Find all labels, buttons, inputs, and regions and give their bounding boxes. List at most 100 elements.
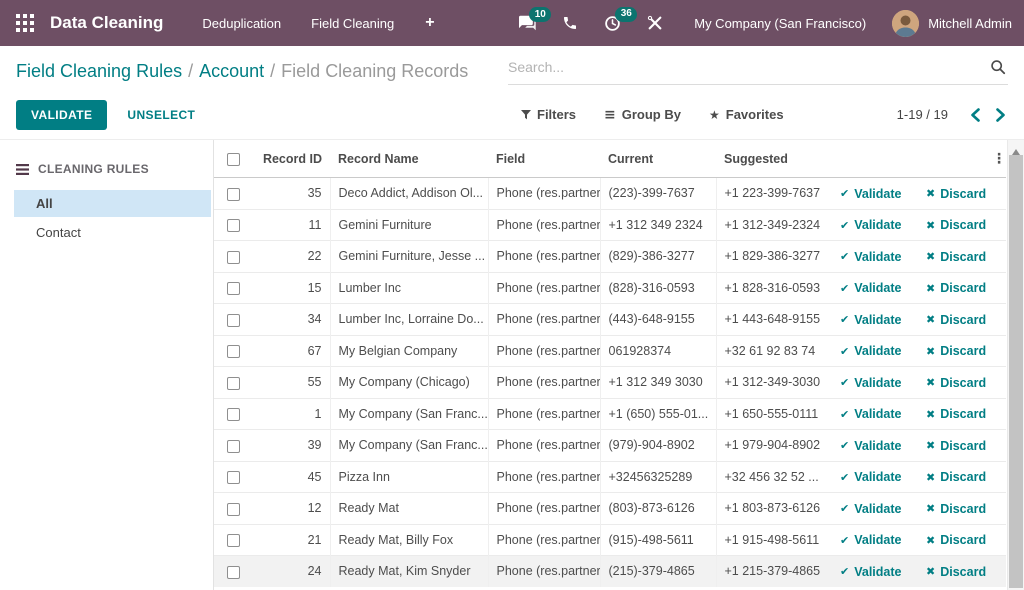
column-header-current[interactable]: Current [600,140,716,178]
cell-record-id: 35 [252,178,330,210]
row-checkbox[interactable] [227,188,240,201]
row-validate-button[interactable]: ✔Validate [840,376,901,390]
select-all-checkbox[interactable] [227,153,240,166]
row-discard-button[interactable]: ✖Discard [926,502,986,516]
scrollbar-thumb[interactable] [1009,155,1023,588]
row-checkbox[interactable] [227,566,240,579]
records-table: Record ID Record Name Field Current Sugg… [214,140,1006,587]
cell-current: +32456325289 [600,461,716,493]
row-checkbox[interactable] [227,377,240,390]
table-row[interactable]: 11 Gemini Furniture Phone (res.partner) … [214,209,1006,241]
row-discard-button[interactable]: ✖Discard [926,344,986,358]
vertical-scrollbar[interactable] [1007,140,1024,590]
table-row[interactable]: 39 My Company (San Franc... Phone (res.p… [214,430,1006,462]
column-header-record-id[interactable]: Record ID [252,140,330,178]
row-checkbox[interactable] [227,440,240,453]
sidebar-item-contact[interactable]: Contact [14,219,211,246]
row-checkbox[interactable] [227,534,240,547]
row-checkbox[interactable] [227,408,240,421]
row-discard-button[interactable]: ✖Discard [926,313,986,327]
table-body: 35 Deco Addict, Addison Ol... Phone (res… [214,178,1006,587]
table-row[interactable]: 21 Ready Mat, Billy Fox Phone (res.partn… [214,524,1006,556]
tools-icon[interactable] [647,15,663,31]
cell-suggested: +1 223-399-7637 [716,178,832,210]
row-discard-button[interactable]: ✖Discard [926,281,986,295]
filters-menu[interactable]: Filters [521,107,576,122]
discard-x-icon: ✖ [926,534,935,547]
table-row[interactable]: 67 My Belgian Company Phone (res.partner… [214,335,1006,367]
row-validate-button[interactable]: ✔Validate [840,187,901,201]
cell-record-name: Ready Mat, Billy Fox [330,524,488,556]
company-switcher[interactable]: My Company (San Francisco) [694,16,866,31]
search-input[interactable] [508,59,968,75]
menu-field-cleaning[interactable]: Field Cleaning [311,16,394,31]
table-row[interactable]: 24 Ready Mat, Kim Snyder Phone (res.part… [214,556,1006,587]
menu-deduplication[interactable]: Deduplication [202,16,281,31]
row-discard-button[interactable]: ✖Discard [926,250,986,264]
row-validate-button[interactable]: ✔Validate [840,407,901,421]
row-checkbox[interactable] [227,219,240,232]
row-checkbox[interactable] [227,314,240,327]
row-validate-button[interactable]: ✔Validate [840,565,901,579]
messages-icon[interactable]: 10 [518,15,536,31]
table-row[interactable]: 34 Lumber Inc, Lorraine Do... Phone (res… [214,304,1006,336]
favorites-menu[interactable]: ★ Favorites [709,107,784,122]
search-icon[interactable] [990,59,1006,80]
cell-field: Phone (res.partner) [488,241,600,273]
breadcrumb: Field Cleaning Rules/Account/Field Clean… [16,59,508,82]
add-menu-button[interactable]: + [425,14,434,32]
apps-grid-icon[interactable] [10,8,40,38]
column-header-record-name[interactable]: Record Name [330,140,488,178]
breadcrumb-link-account[interactable]: Account [199,61,264,81]
activities-clock-icon[interactable]: 36 [604,15,621,32]
hamburger-icon[interactable] [16,164,29,175]
row-discard-button[interactable]: ✖Discard [926,376,986,390]
table-row[interactable]: 55 My Company (Chicago) Phone (res.partn… [214,367,1006,399]
row-validate-button[interactable]: ✔Validate [840,281,901,295]
group-by-menu[interactable]: ≡ Group By [604,107,681,123]
cell-record-name: Lumber Inc, Lorraine Do... [330,304,488,336]
table-row[interactable]: 45 Pizza Inn Phone (res.partner) +324563… [214,461,1006,493]
sidebar-item-all[interactable]: All [14,190,211,217]
table-row[interactable]: 22 Gemini Furniture, Jesse ... Phone (re… [214,241,1006,273]
user-avatar[interactable] [892,10,919,37]
cell-record-id: 24 [252,556,330,587]
row-validate-button[interactable]: ✔Validate [840,439,901,453]
row-validate-button[interactable]: ✔Validate [840,502,901,516]
row-checkbox[interactable] [227,251,240,264]
table-row[interactable]: 12 Ready Mat Phone (res.partner) (803)-8… [214,493,1006,525]
cell-current: (828)-316-0593 [600,272,716,304]
unselect-button[interactable]: UNSELECT [127,108,195,122]
breadcrumb-link-rules[interactable]: Field Cleaning Rules [16,61,182,81]
row-validate-button[interactable]: ✔Validate [840,470,901,484]
table-row[interactable]: 35 Deco Addict, Addison Ol... Phone (res… [214,178,1006,210]
pager-next-icon[interactable] [995,108,1006,122]
optional-columns-icon[interactable]: ⋮ [992,151,1006,167]
cell-record-id: 34 [252,304,330,336]
row-validate-button[interactable]: ✔Validate [840,344,901,358]
row-validate-button[interactable]: ✔Validate [840,313,901,327]
column-header-suggested[interactable]: Suggested [716,140,832,178]
row-checkbox[interactable] [227,503,240,516]
table-row[interactable]: 1 My Company (San Franc... Phone (res.pa… [214,398,1006,430]
row-checkbox[interactable] [227,471,240,484]
phone-icon[interactable] [562,15,578,31]
row-checkbox[interactable] [227,345,240,358]
row-validate-button[interactable]: ✔Validate [840,250,901,264]
row-discard-button[interactable]: ✖Discard [926,439,986,453]
row-checkbox[interactable] [227,282,240,295]
row-validate-button[interactable]: ✔Validate [840,218,901,232]
pager-previous-icon[interactable] [970,108,981,122]
validate-button[interactable]: VALIDATE [16,100,107,130]
search-bar [508,59,1008,85]
row-discard-button[interactable]: ✖Discard [926,470,986,484]
row-discard-button[interactable]: ✖Discard [926,218,986,232]
row-discard-button[interactable]: ✖Discard [926,565,986,579]
table-row[interactable]: 15 Lumber Inc Phone (res.partner) (828)-… [214,272,1006,304]
row-discard-button[interactable]: ✖Discard [926,407,986,421]
row-discard-button[interactable]: ✖Discard [926,187,986,201]
user-menu[interactable]: Mitchell Admin [928,16,1012,31]
row-validate-button[interactable]: ✔Validate [840,533,901,547]
row-discard-button[interactable]: ✖Discard [926,533,986,547]
column-header-field[interactable]: Field [488,140,600,178]
